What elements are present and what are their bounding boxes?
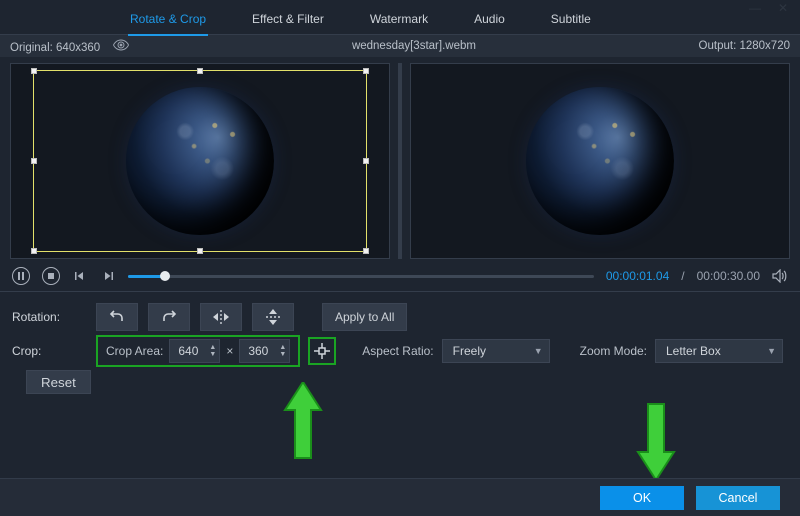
tab-label: Watermark bbox=[370, 12, 428, 26]
spinner-buttons[interactable]: ▲▼ bbox=[276, 344, 289, 358]
video-frame bbox=[526, 87, 674, 235]
time-sep: / bbox=[681, 269, 684, 283]
tab-bar: Rotate & Crop Effect & Filter Watermark … bbox=[0, 0, 800, 34]
zoom-mode-dropdown[interactable]: Letter Box ▼ bbox=[655, 339, 783, 363]
info-strip: Original: 640x360 wednesday[3star].webm … bbox=[0, 35, 800, 57]
crop-handle-n[interactable] bbox=[197, 68, 203, 74]
value: 640x360 bbox=[56, 42, 100, 54]
times-symbol: × bbox=[226, 344, 233, 358]
zoom-mode-picker: Zoom Mode: Letter Box ▼ bbox=[580, 339, 783, 363]
divider bbox=[398, 63, 402, 259]
tab-watermark[interactable]: Watermark bbox=[368, 6, 430, 36]
crop-handle-sw[interactable] bbox=[31, 248, 37, 254]
reset-button[interactable]: Reset bbox=[26, 370, 91, 394]
tab-label: Subtitle bbox=[551, 12, 591, 26]
preview-area bbox=[0, 57, 800, 261]
center-crop-button[interactable] bbox=[308, 337, 336, 365]
minimize-icon[interactable]: — bbox=[748, 1, 762, 15]
rotate-left-button[interactable] bbox=[96, 303, 138, 331]
prev-frame-button[interactable] bbox=[72, 268, 88, 284]
tab-subtitle[interactable]: Subtitle bbox=[549, 6, 593, 36]
zoom-mode-value: Letter Box bbox=[666, 344, 721, 358]
seek-slider[interactable] bbox=[128, 275, 594, 278]
crop-handle-rect[interactable] bbox=[33, 70, 367, 252]
output-resolution: Output: 1280x720 bbox=[699, 40, 790, 52]
label: Output: bbox=[699, 40, 740, 52]
cancel-button[interactable]: Cancel bbox=[696, 486, 780, 510]
aspect-ratio-picker: Aspect Ratio: Freely ▼ bbox=[362, 339, 549, 363]
aspect-ratio-value: Freely bbox=[453, 344, 486, 358]
tab-label: Rotate & Crop bbox=[130, 12, 206, 26]
label: Original: bbox=[10, 42, 56, 54]
crop-handle-nw[interactable] bbox=[31, 68, 37, 74]
crop-area-group: Crop Area: ▲▼ × ▲▼ bbox=[96, 335, 300, 367]
controls-panel: Rotation: Apply to All Crop: Crop Area: … bbox=[0, 292, 800, 404]
eye-icon[interactable] bbox=[113, 39, 129, 51]
seek-thumb[interactable] bbox=[160, 271, 170, 281]
tab-label: Audio bbox=[474, 12, 505, 26]
crop-label: Crop: bbox=[12, 344, 86, 358]
annotation-arrow bbox=[636, 402, 676, 480]
crop-height-stepper[interactable]: ▲▼ bbox=[239, 339, 290, 363]
chevron-down-icon: ▼ bbox=[767, 346, 776, 356]
crop-handle-ne[interactable] bbox=[363, 68, 369, 74]
crop-height-input[interactable] bbox=[240, 344, 276, 358]
crop-area-label: Crop Area: bbox=[106, 344, 163, 358]
flip-vertical-button[interactable] bbox=[252, 303, 294, 331]
time-total: 00:00:30.00 bbox=[697, 269, 760, 283]
tab-effect-filter[interactable]: Effect & Filter bbox=[250, 6, 326, 36]
spinner-buttons[interactable]: ▲▼ bbox=[206, 344, 219, 358]
apply-to-all-button[interactable]: Apply to All bbox=[322, 303, 407, 331]
crop-handle-e[interactable] bbox=[363, 158, 369, 164]
filename-label: wednesday[3star].webm bbox=[129, 40, 698, 52]
annotation-arrow bbox=[283, 382, 323, 460]
crop-handle-s[interactable] bbox=[197, 248, 203, 254]
value: 1280x720 bbox=[739, 40, 790, 52]
tab-audio[interactable]: Audio bbox=[472, 6, 507, 36]
rotation-label: Rotation: bbox=[12, 310, 86, 324]
next-frame-button[interactable] bbox=[100, 268, 116, 284]
tab-rotate-crop[interactable]: Rotate & Crop bbox=[128, 6, 208, 36]
pause-button[interactable] bbox=[12, 267, 30, 285]
aspect-ratio-label: Aspect Ratio: bbox=[362, 344, 433, 358]
aspect-ratio-dropdown[interactable]: Freely ▼ bbox=[442, 339, 550, 363]
time-current: 00:00:01.04 bbox=[606, 269, 669, 283]
ok-button[interactable]: OK bbox=[600, 486, 684, 510]
transport-bar: 00:00:01.04 / 00:00:30.00 bbox=[0, 261, 800, 291]
chevron-down-icon: ▼ bbox=[534, 346, 543, 356]
output-preview bbox=[410, 63, 790, 259]
stop-button[interactable] bbox=[42, 267, 60, 285]
crop-handle-w[interactable] bbox=[31, 158, 37, 164]
footer-bar: OK Cancel bbox=[0, 478, 800, 516]
volume-icon[interactable] bbox=[772, 268, 788, 284]
original-resolution: Original: 640x360 bbox=[10, 39, 129, 54]
close-icon[interactable]: ✕ bbox=[776, 1, 790, 15]
flip-horizontal-button[interactable] bbox=[200, 303, 242, 331]
tab-label: Effect & Filter bbox=[252, 12, 324, 26]
rotate-right-button[interactable] bbox=[148, 303, 190, 331]
crop-handle-se[interactable] bbox=[363, 248, 369, 254]
crop-width-stepper[interactable]: ▲▼ bbox=[169, 339, 220, 363]
zoom-mode-label: Zoom Mode: bbox=[580, 344, 647, 358]
source-preview[interactable] bbox=[10, 63, 390, 259]
crop-width-input[interactable] bbox=[170, 344, 206, 358]
